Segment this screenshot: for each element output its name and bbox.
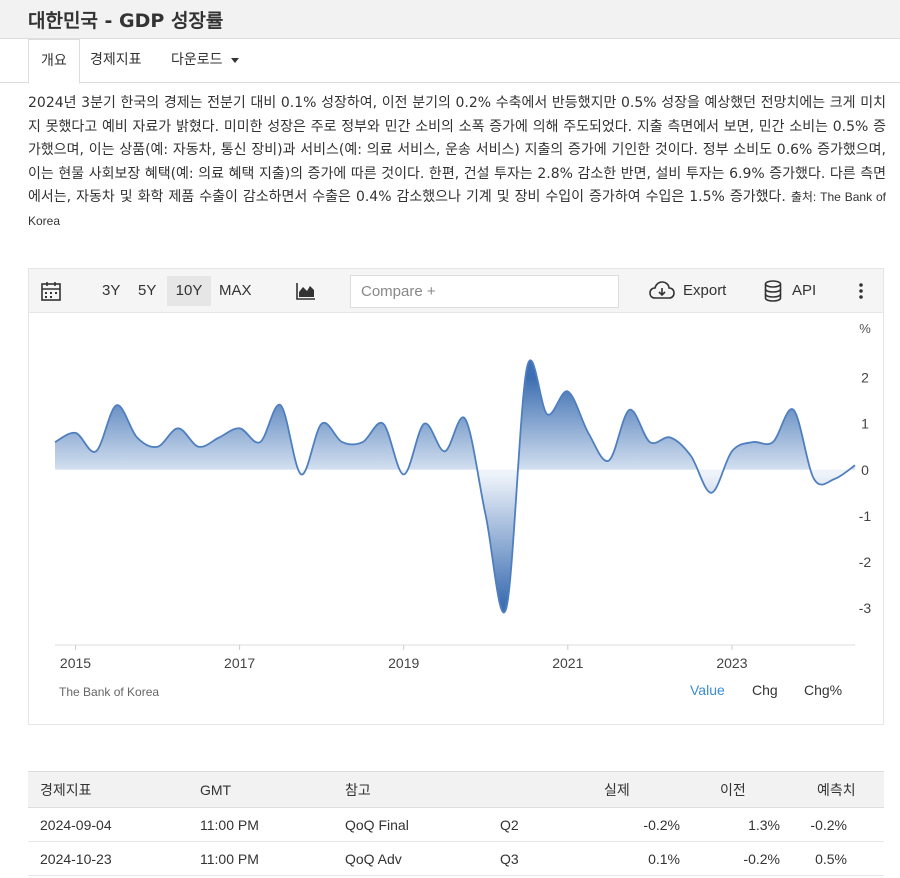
row-forecast: -0.2%: [780, 807, 884, 842]
row-reference: QoQ Adv: [345, 841, 500, 876]
description: 2024년 3분기 한국의 경제는 전분기 대비 0.1% 성장하여, 이전 분…: [28, 92, 886, 233]
range-max[interactable]: MAX: [215, 276, 256, 306]
title-bar: 대한민국 - GDP 성장률: [0, 0, 900, 39]
y-tick-label: -1: [859, 508, 872, 524]
page-title: 대한민국 - GDP 성장률: [28, 10, 224, 32]
y-axis-unit: %: [859, 321, 871, 336]
chart-toolbar: 3Y 5Y 10Y MAX Export A: [29, 269, 883, 313]
x-tick-label: 2021: [552, 655, 583, 671]
calendar-header-row: 경제지표 GMT 참고 실제 이전 예측치: [28, 771, 884, 808]
row-previous: -0.2%: [680, 841, 780, 876]
x-tick-label: 2015: [60, 655, 91, 671]
header-previous: 이전: [680, 771, 780, 808]
range-3y[interactable]: 3Y: [98, 276, 124, 306]
chart-panel: 3Y 5Y 10Y MAX Export A: [28, 268, 884, 725]
y-tick-label: 0: [861, 462, 869, 478]
calendar-icon[interactable]: [41, 281, 61, 305]
row-time: 11:00 PM: [200, 807, 345, 842]
row-forecast: 0.5%: [780, 841, 884, 876]
row-date: 2024-09-04: [28, 807, 200, 842]
y-tick-label: 2: [861, 370, 869, 386]
description-text: 2024년 3분기 한국의 경제는 전분기 대비 0.1% 성장하여, 이전 분…: [28, 95, 886, 205]
table-row: 2024-09-04 11:00 PM QoQ Final Q2 -0.2% 1…: [28, 807, 884, 842]
database-icon[interactable]: [764, 280, 782, 306]
header-period: [500, 771, 570, 808]
y-tick-label: -3: [859, 600, 872, 616]
range-5y[interactable]: 5Y: [134, 276, 160, 306]
series-line: [54, 359, 856, 613]
table-row: 2024-10-23 11:00 PM QoQ Adv Q3 0.1% -0.2…: [28, 841, 884, 876]
area-positive: [55, 360, 855, 470]
caret-down-icon: [230, 57, 239, 63]
header-forecast: 예측치: [780, 771, 884, 808]
mode-value[interactable]: Value: [690, 682, 725, 698]
row-reference: QoQ Final: [345, 807, 500, 842]
export-button[interactable]: Export: [683, 276, 726, 306]
x-tick-label: 2019: [388, 655, 419, 671]
area-negative: [55, 469, 855, 613]
row-previous: 1.3%: [680, 807, 780, 842]
row-period: Q2: [500, 807, 570, 842]
more-vertical-icon[interactable]: [858, 282, 864, 304]
tab-bar: 개요 경제지표 다운로드: [0, 39, 900, 84]
y-axis: 2 1 0 -1 -2 -3: [859, 370, 872, 617]
x-tick-label: 2023: [716, 655, 747, 671]
range-10y[interactable]: 10Y: [167, 276, 211, 306]
row-date: 2024-10-23: [28, 841, 200, 876]
row-actual: -0.2%: [570, 807, 680, 842]
header-reference: 참고: [345, 771, 500, 808]
y-tick-label: 1: [861, 416, 869, 432]
cloud-download-icon[interactable]: [649, 281, 675, 305]
row-actual: 0.1%: [570, 841, 680, 876]
chart-source: The Bank of Korea: [59, 685, 160, 699]
tab-download[interactable]: 다운로드: [159, 39, 251, 83]
x-axis: 2015 2017 2019 2021 2023: [60, 645, 748, 671]
mode-chg-pct[interactable]: Chg%: [804, 682, 842, 698]
compare-input[interactable]: [350, 275, 619, 308]
x-tick-label: 2017: [224, 655, 255, 671]
row-time: 11:00 PM: [200, 841, 345, 876]
header-gmt: GMT: [200, 771, 345, 808]
header-actual: 실제: [570, 771, 680, 808]
api-button[interactable]: API: [792, 276, 816, 306]
header-indicator: 경제지표: [28, 771, 200, 808]
tab-download-label: 다운로드: [171, 52, 223, 68]
row-period: Q3: [500, 841, 570, 876]
calendar-table: 경제지표 GMT 참고 실제 이전 예측치 2024-09-04 11:00 P…: [28, 771, 884, 876]
mode-chg[interactable]: Chg: [752, 682, 778, 698]
gdp-growth-chart: % 2 1 0 -1 -2 -3 2015 2017 2019 2021 2023: [54, 321, 872, 671]
tab-indicators[interactable]: 경제지표: [78, 39, 154, 83]
tab-overview[interactable]: 개요: [28, 39, 80, 84]
area-chart-icon[interactable]: [296, 281, 316, 305]
y-tick-label: -2: [859, 554, 872, 570]
